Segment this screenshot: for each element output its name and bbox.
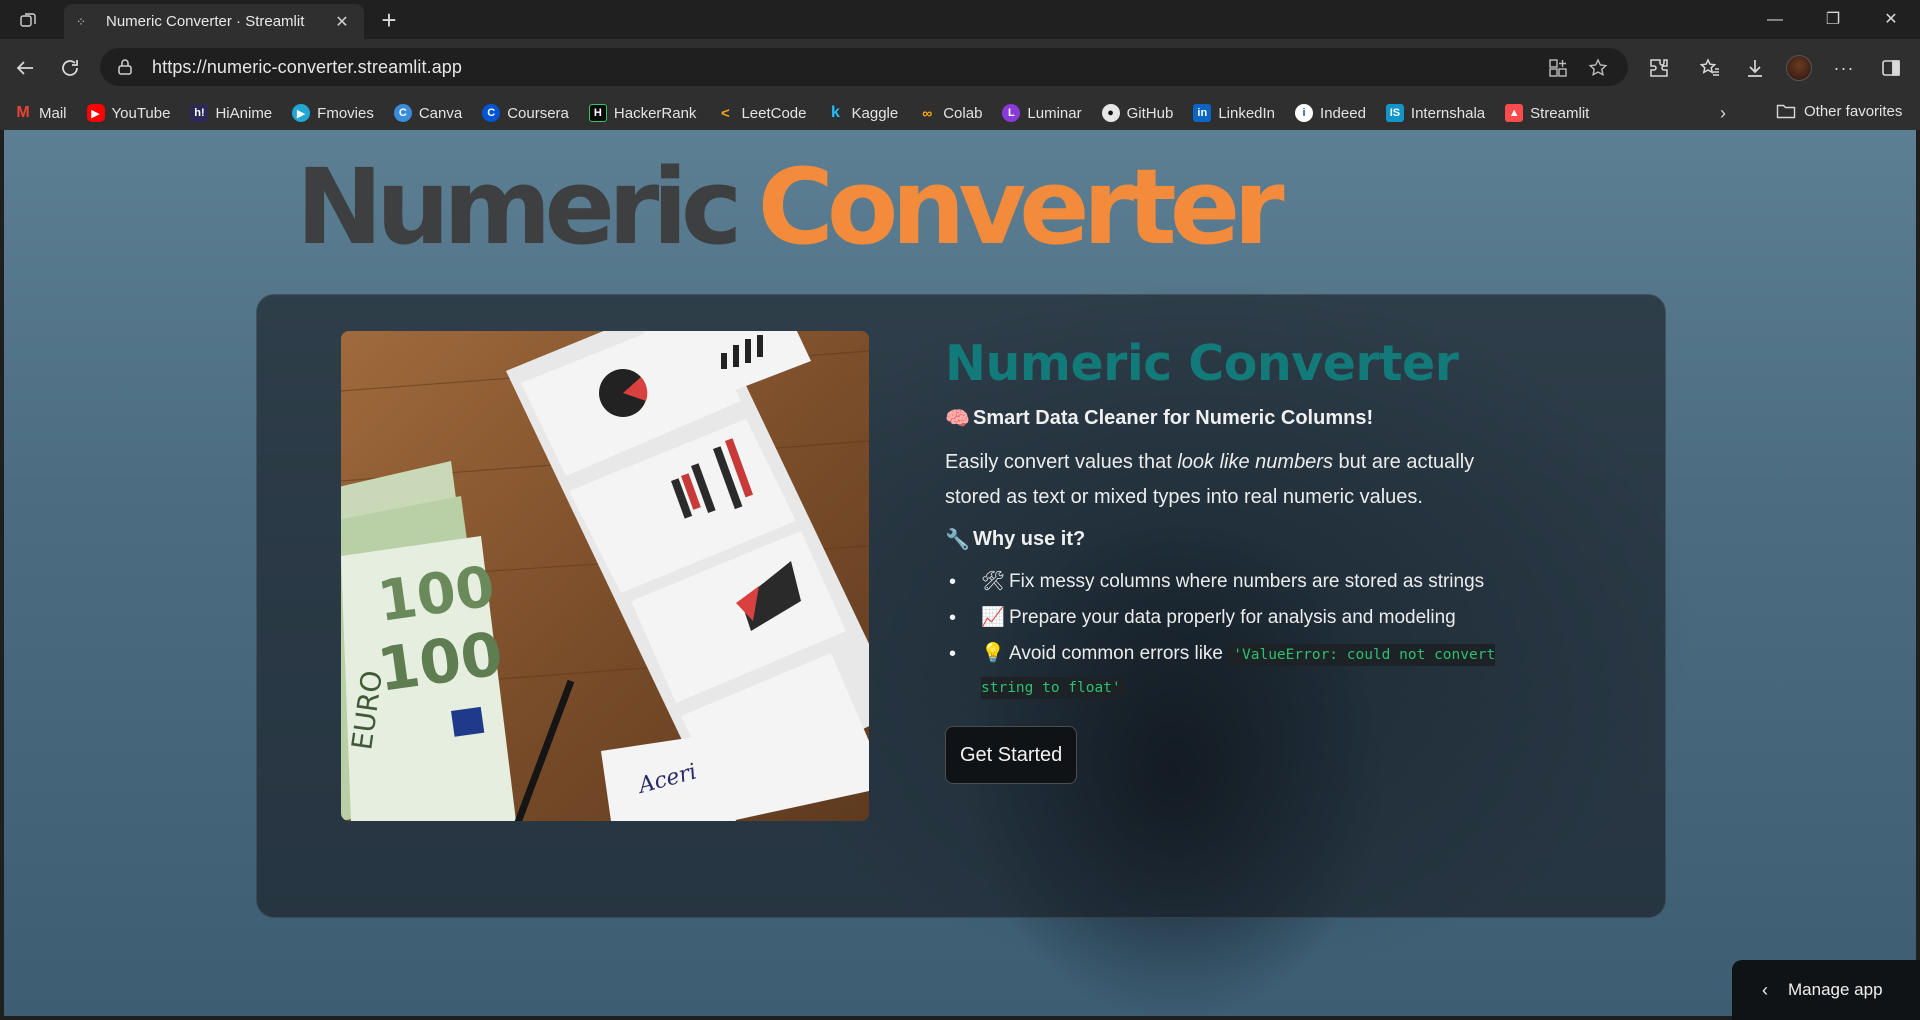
hero-logo: Numeric Converter xyxy=(296,155,1285,259)
refresh-icon[interactable] xyxy=(53,51,87,85)
bookmark-luminar[interactable]: L Luminar xyxy=(1002,104,1082,122)
fmovies-icon: ▶ xyxy=(292,104,311,122)
hero-word-converter: Converter xyxy=(757,146,1285,268)
bookmark-fmovies[interactable]: ▶ Fmovies xyxy=(292,104,374,122)
chevron-right-icon[interactable]: › xyxy=(1720,103,1726,124)
get-started-button[interactable]: Get Started xyxy=(945,726,1078,784)
bookmark-coursera[interactable]: C Coursera xyxy=(482,104,569,122)
list-item: 🛠Fix messy columns where numbers are sto… xyxy=(949,566,1505,598)
internshala-icon: IS xyxy=(1385,104,1404,122)
streamlit-loading-icon: ⁘ xyxy=(76,14,87,29)
browser-titlebar: ⁘ Numeric Converter · Streamlit ✕ + — ❐ … xyxy=(0,0,1920,39)
bookmark-indeed[interactable]: i Indeed xyxy=(1295,104,1366,122)
bookmark-hianime[interactable]: h! HiAnime xyxy=(190,104,272,122)
favorite-star-icon[interactable] xyxy=(1588,58,1612,78)
tagline-text: Smart Data Cleaner for Numeric Columns! xyxy=(973,407,1374,429)
streamlit-icon: ▲ xyxy=(1505,104,1524,122)
hianime-icon: h! xyxy=(190,104,209,122)
app-available-icon[interactable] xyxy=(1548,58,1572,78)
youtube-icon: ▶ xyxy=(86,104,105,122)
lightbulb-icon: 💡 xyxy=(981,643,1005,664)
bookmark-internshala[interactable]: IS Internshala xyxy=(1385,104,1485,122)
linkedin-icon: in xyxy=(1193,104,1212,122)
list-item: 💡Avoid common errors like 'ValueError: c… xyxy=(949,638,1505,704)
bookmark-kaggle[interactable]: k Kaggle xyxy=(827,104,898,122)
why-heading: 🔧 Why use it? xyxy=(945,527,1505,552)
bookmark-mail[interactable]: M Mail xyxy=(14,104,66,122)
card-content: Numeric Converter 🧠 Smart Data Cleaner f… xyxy=(945,331,1505,784)
bookmarks-bar: M Mail ▶ YouTube h! HiAnime ▶ Fmovies C Canva… xyxy=(0,96,1920,130)
leetcode-icon: < xyxy=(721,104,730,122)
bookmark-leetcode[interactable]: < LeetCode xyxy=(716,104,806,122)
chevron-left-icon: ‹ xyxy=(1762,979,1768,1000)
canva-icon: C xyxy=(393,104,412,122)
restore-icon[interactable]: ❐ xyxy=(1810,6,1856,34)
new-tab-button[interactable]: + xyxy=(374,5,404,35)
intro-card: 100 100 EURO Aceri Numeric Converter 🧠 S… xyxy=(256,294,1666,918)
wrench-icon: 🔧 xyxy=(945,529,970,551)
github-icon: ● xyxy=(1101,104,1120,122)
folder-icon xyxy=(1776,104,1796,119)
chart-increasing-icon: 📈 xyxy=(981,607,1005,628)
workspaces-icon[interactable] xyxy=(18,9,40,31)
site-info-icon[interactable] xyxy=(116,58,136,76)
downloads-icon[interactable] xyxy=(1738,51,1772,85)
back-icon[interactable] xyxy=(8,51,42,85)
luminar-icon: L xyxy=(1002,104,1021,122)
address-bar[interactable]: https://numeric-converter.streamlit.app xyxy=(100,48,1628,86)
indeed-icon: i xyxy=(1295,104,1314,122)
tools-icon: 🛠 xyxy=(981,571,1006,592)
bookmark-linkedin[interactable]: in LinkedIn xyxy=(1193,104,1275,122)
bookmark-canva[interactable]: C Canva xyxy=(393,104,462,122)
gmail-icon: M xyxy=(16,104,30,121)
bookmark-github[interactable]: ● GitHub xyxy=(1101,104,1173,122)
tab-title: Numeric Converter · Streamlit xyxy=(106,13,305,30)
app-page: Numeric Converter 100 100 EURO Aceri Num… xyxy=(4,130,1916,1016)
description: Easily convert values that look like num… xyxy=(945,451,1475,508)
sidebar-toggle-icon[interactable] xyxy=(1874,51,1908,85)
coursera-icon: C xyxy=(482,104,501,122)
page-title: Numeric Converter xyxy=(945,335,1459,392)
close-tab-icon[interactable]: ✕ xyxy=(332,12,352,32)
hero-photo: 100 100 EURO Aceri xyxy=(341,331,869,821)
browser-toolbar: https://numeric-converter.streamlit.app … xyxy=(0,39,1920,96)
list-item: 📈Prepare your data properly for analysis… xyxy=(949,602,1505,634)
hero-word-numeric: Numeric xyxy=(296,146,743,268)
colab-icon: ∞ xyxy=(922,105,933,121)
bookmark-streamlit[interactable]: ▲ Streamlit xyxy=(1505,104,1589,122)
hackerrank-icon: H xyxy=(588,104,607,122)
more-options-icon[interactable]: ··· xyxy=(1827,51,1861,85)
manage-app-button[interactable]: ‹ Manage app xyxy=(1732,960,1920,1020)
brain-icon: 🧠 xyxy=(945,408,970,430)
favorites-icon[interactable] xyxy=(1693,51,1727,85)
close-window-icon[interactable]: ✕ xyxy=(1868,6,1914,34)
extensions-icon[interactable] xyxy=(1642,51,1676,85)
why-heading-text: Why use it? xyxy=(973,528,1086,550)
benefits-list: 🛠Fix messy columns where numbers are sto… xyxy=(945,566,1505,704)
url-text: https://numeric-converter.streamlit.app xyxy=(152,56,463,77)
tagline: 🧠 Smart Data Cleaner for Numeric Columns… xyxy=(945,406,1505,431)
bookmark-youtube[interactable]: ▶ YouTube xyxy=(86,104,170,122)
tab-numeric-converter[interactable]: ⁘ Numeric Converter · Streamlit ✕ xyxy=(64,4,364,39)
profile-avatar[interactable] xyxy=(1782,51,1816,85)
other-favorites[interactable]: Other favorites xyxy=(1776,102,1902,120)
bookmark-colab[interactable]: ∞ Colab xyxy=(918,104,982,122)
bookmark-hackerrank[interactable]: H HackerRank xyxy=(588,104,696,122)
minimize-icon[interactable]: — xyxy=(1752,6,1798,34)
kaggle-icon: k xyxy=(831,104,840,121)
